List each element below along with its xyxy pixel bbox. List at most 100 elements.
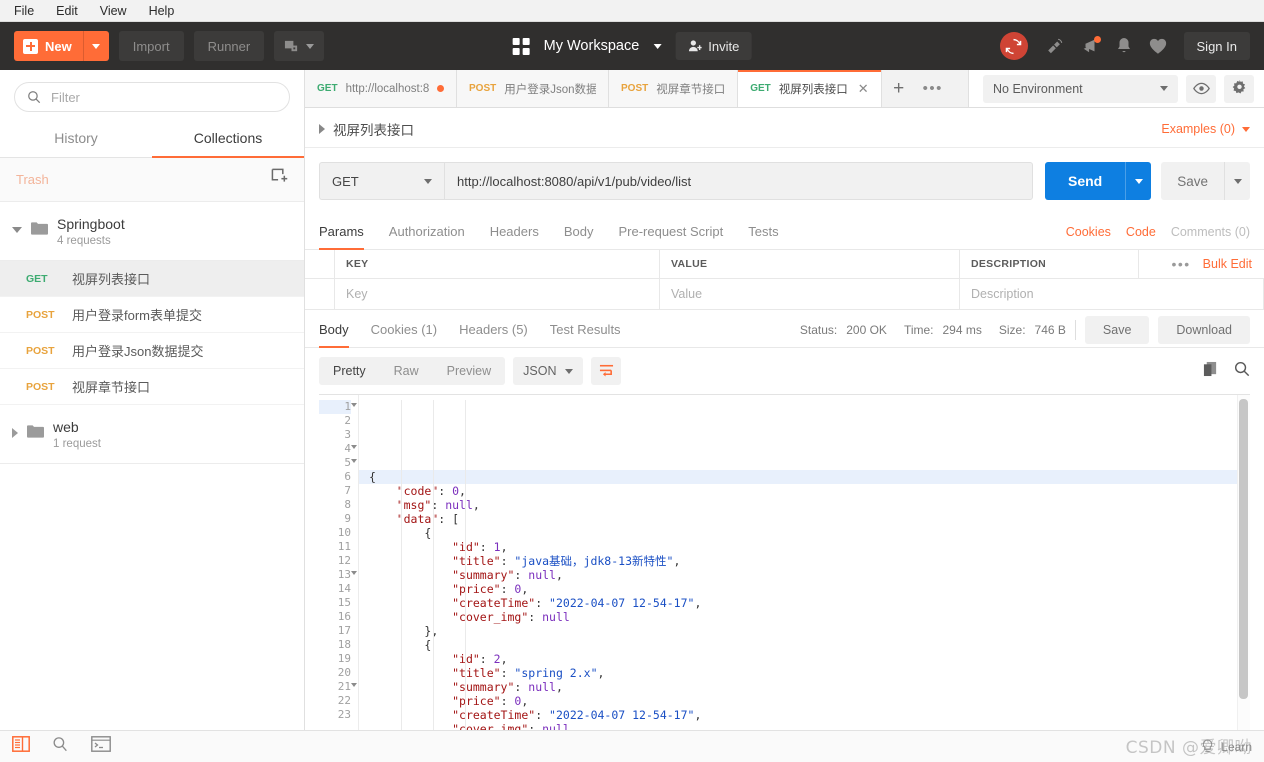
tab-headers[interactable]: Headers [490,214,539,249]
tab-pre-request-script[interactable]: Pre-request Script [618,214,723,249]
tab-params[interactable]: Params [319,214,364,250]
cookies-link[interactable]: Cookies [1066,225,1111,239]
new-button[interactable]: New [14,31,109,61]
search-icon [1234,361,1250,376]
wrap-lines-button[interactable] [591,357,622,385]
settings-button[interactable] [1224,74,1254,103]
satellite-button[interactable] [1045,37,1064,55]
runner-button[interactable]: Runner [193,31,265,61]
response-body-code[interactable]: { "code": 0, "msg": null, "data": [ { "i… [359,395,1250,762]
line-number: 14 [337,582,351,595]
chevron-right-icon[interactable] [319,124,325,134]
code-line: "price": 0, [369,694,1250,708]
description-input[interactable]: Description [960,279,1264,309]
trash-link[interactable]: Trash [16,172,49,187]
value-input[interactable]: Value [660,279,960,309]
workspace-selector[interactable]: My Workspace Invite [512,32,752,60]
view-mode-preview[interactable]: Preview [433,357,505,385]
chevron-right-icon[interactable] [12,428,18,438]
copy-button[interactable] [1203,361,1218,382]
response-body-viewer[interactable]: 1 2 3 4 5 6 7 8 9 10 11 12 13 14 15 16 17 18 19 20 21 22 23 { … [319,394,1250,762]
send-button[interactable]: Send [1044,162,1152,200]
code-token: "summary" [452,568,515,582]
sign-in-button[interactable]: Sign In [1183,32,1250,60]
save-request-button[interactable]: Save [1161,162,1250,200]
code-link[interactable]: Code [1126,225,1156,239]
bulk-edit-link[interactable]: Bulk Edit [1203,257,1252,271]
row-checkbox-cell[interactable] [305,279,335,309]
new-collection-button[interactable] [271,168,288,190]
menu-item-edit[interactable]: Edit [56,4,78,18]
environment-quick-look-button[interactable] [1186,74,1216,103]
comments-link[interactable]: Comments (0) [1171,225,1250,239]
find-button[interactable] [52,736,69,758]
new-dropdown-button[interactable] [82,31,109,61]
save-dropdown-button[interactable] [1224,162,1250,200]
request-tab-active[interactable]: GET 视屏列表接口 ✕ [738,70,882,107]
code-line: "createTime": "2022-04-07 12-54-17", [369,596,1250,610]
environment-selector[interactable]: No Environment [983,74,1178,103]
search-input[interactable]: Filter [14,82,290,112]
sidebar-request-item[interactable]: POST 视屏章节接口 [0,369,304,405]
fold-toggle-icon[interactable] [351,571,357,575]
fold-toggle-icon[interactable] [351,403,357,407]
request-tab[interactable]: GET http://localhost:8 [305,70,457,107]
toggle-sidebar-button[interactable] [12,736,30,757]
status-label: Status: [799,322,838,337]
tab-options-button[interactable]: ••• [916,70,950,107]
new-tab-button[interactable]: + [882,70,916,107]
ellipsis-icon[interactable]: ••• [1171,256,1190,272]
tab-response-cookies[interactable]: Cookies (1) [371,312,437,347]
vertical-scrollbar-thumb[interactable] [1239,399,1248,699]
url-input[interactable]: http://localhost:8080/api/v1/pub/video/l… [444,162,1033,200]
request-tab[interactable]: POST 视屏章节接口 [609,70,739,107]
menu-item-help[interactable]: Help [149,4,175,18]
tab-authorization[interactable]: Authorization [389,214,465,249]
sidebar-request-item[interactable]: POST 用户登录Json数据提交 [0,333,304,369]
sync-button[interactable] [999,32,1028,60]
tab-test-results[interactable]: Test Results [550,312,621,347]
fold-toggle-icon[interactable] [351,445,357,449]
send-dropdown-button[interactable] [1125,162,1152,200]
tab-history[interactable]: History [0,122,152,157]
save-response-button[interactable]: Save [1084,315,1150,344]
view-mode-pretty[interactable]: Pretty [319,357,380,385]
invite-button[interactable]: Invite [675,32,752,60]
sidebar-request-item[interactable]: POST 用户登录form表单提交 [0,297,304,333]
favorites-button[interactable] [1149,38,1167,55]
tab-response-headers[interactable]: Headers (5) [459,312,528,347]
method-selector[interactable]: GET [319,162,444,200]
tab-tests[interactable]: Tests [748,214,778,249]
fold-toggle-icon[interactable] [351,459,357,463]
tab-collections[interactable]: Collections [152,122,304,158]
import-button[interactable]: Import [118,31,184,61]
menu-item-file[interactable]: File [14,4,34,18]
response-meta: Status: 200 OK Time: 294 ms Size: 746 B … [799,315,1250,344]
search-response-button[interactable] [1234,361,1250,382]
chevron-down-icon[interactable] [12,227,22,233]
tab-title: 视屏章节接口 [656,83,726,96]
sidebar-request-item[interactable]: GET 视屏列表接口 [0,261,304,297]
code-token: { [424,638,432,652]
menu-item-view[interactable]: View [100,4,127,18]
tab-response-body[interactable]: Body [319,312,349,348]
new-window-button[interactable] [274,31,325,61]
key-input[interactable]: Key [335,279,660,309]
code-token: "spring 2.x" [514,666,598,680]
vertical-scrollbar-track[interactable] [1237,395,1250,762]
download-response-button[interactable]: Download [1158,315,1250,344]
collection-web[interactable]: web 1 request [0,405,304,464]
fold-toggle-icon[interactable] [351,683,357,687]
request-tab[interactable]: POST 用户登录Json数据提 [457,70,609,107]
examples-dropdown[interactable]: Examples (0) [1161,122,1250,136]
announcement-button[interactable] [1081,36,1101,55]
console-button[interactable] [91,736,111,757]
view-mode-raw[interactable]: Raw [380,357,433,385]
tab-body[interactable]: Body [564,214,594,249]
notifications-button[interactable] [1116,37,1132,55]
response-format-selector[interactable]: JSON [513,357,584,385]
learn-button[interactable]: Learn [1201,738,1252,755]
close-icon[interactable]: ✕ [858,81,869,97]
code-token: , [673,554,681,568]
collection-springboot[interactable]: Springboot 4 requests [0,202,304,261]
